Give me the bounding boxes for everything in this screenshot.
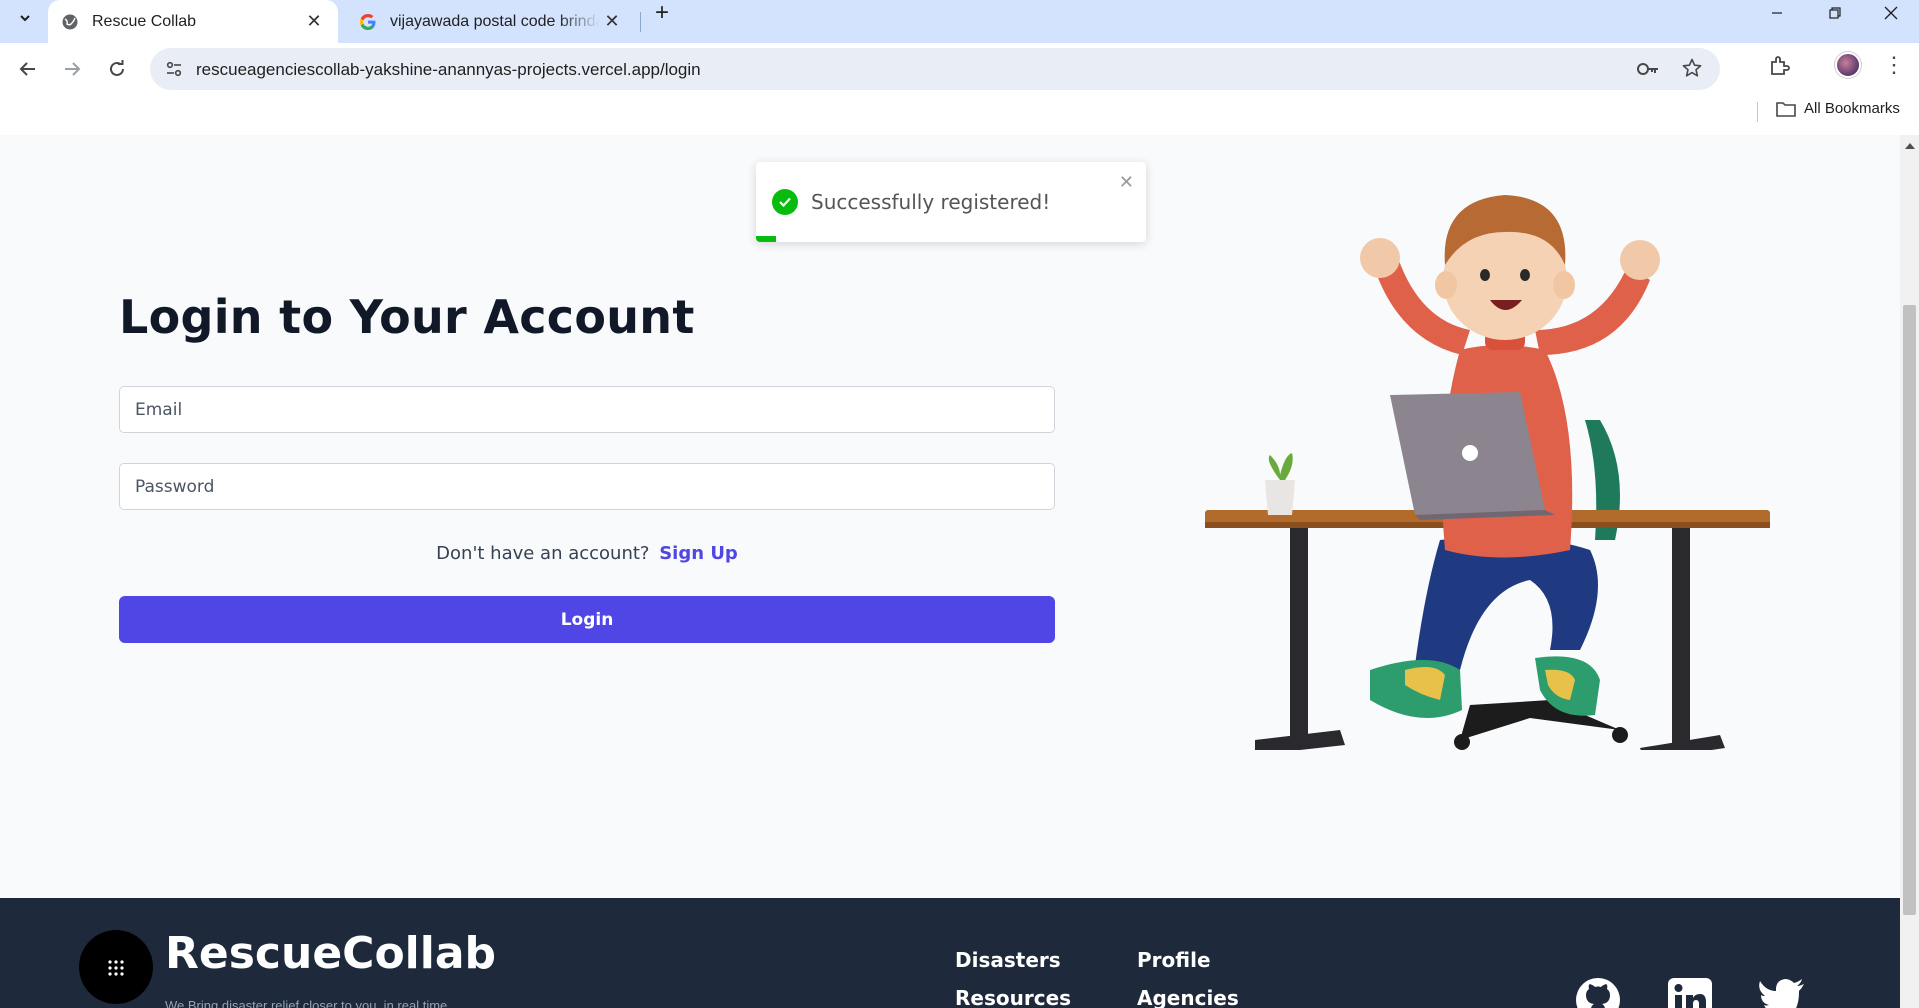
- celebrating-person-illustration: [1205, 195, 1770, 750]
- arrow-right-icon: [65, 62, 81, 76]
- tab-google-search[interactable]: vijayawada postal code brindavan colony …: [346, 0, 636, 43]
- bookmark-star-icon[interactable]: [1682, 58, 1702, 83]
- chevron-down-icon: [20, 15, 30, 22]
- password-field[interactable]: [119, 463, 1055, 510]
- footer-link-profile[interactable]: Profile: [1137, 948, 1211, 972]
- profile-avatar[interactable]: [1835, 52, 1861, 78]
- tab-search-button[interactable]: [10, 3, 40, 33]
- bookmarks-bar: All Bookmarks: [0, 95, 1919, 135]
- tab-rescue-collab[interactable]: Rescue Collab ✕: [48, 0, 338, 43]
- tab-title: vijayawada postal code brindavan colony: [390, 12, 600, 30]
- close-icon[interactable]: ✕: [302, 10, 326, 34]
- scroll-up-arrow-icon[interactable]: [1905, 143, 1915, 149]
- reload-icon: [110, 60, 124, 76]
- signup-prompt-line: Don't have an account? Sign Up: [119, 543, 1055, 564]
- tab-separator: [640, 12, 641, 32]
- footer-link-resources[interactable]: Resources: [955, 986, 1071, 1008]
- all-bookmarks-button[interactable]: All Bookmarks: [1776, 100, 1900, 117]
- back-button[interactable]: [10, 51, 46, 87]
- github-icon[interactable]: [1574, 976, 1622, 1008]
- success-toast: Successfully registered! ✕: [756, 162, 1146, 242]
- footer-tagline: We Bring disaster relief closer to you, …: [165, 998, 451, 1008]
- minimize-button[interactable]: [1748, 0, 1806, 26]
- signup-link[interactable]: Sign Up: [659, 543, 738, 564]
- scrollbar-thumb[interactable]: [1903, 305, 1916, 915]
- forward-button[interactable]: [54, 51, 90, 87]
- footer-brand: RescueCollab: [165, 928, 497, 979]
- browser-tabstrip: Rescue Collab ✕ vijayawada postal code b…: [0, 0, 1919, 43]
- browser-toolbar: rescueagenciescollab-yakshine-anannyas-p…: [0, 43, 1919, 95]
- page-scrollbar[interactable]: [1900, 135, 1919, 1008]
- google-icon: [358, 12, 378, 32]
- folder-icon: [1776, 101, 1796, 117]
- close-icon[interactable]: ✕: [1119, 172, 1134, 193]
- arrow-left-icon: [19, 62, 35, 76]
- logo-grid-icon[interactable]: [79, 930, 153, 1004]
- signup-prompt-text: Don't have an account?: [436, 543, 650, 564]
- footer-link-disasters[interactable]: Disasters: [955, 948, 1061, 972]
- linkedin-icon[interactable]: [1666, 976, 1714, 1008]
- menu-kebab-icon[interactable]: ⋮: [1883, 50, 1905, 80]
- url-text: rescueagenciescollab-yakshine-anannyas-p…: [196, 60, 701, 79]
- page-title: Login to Your Account: [119, 290, 695, 344]
- email-field[interactable]: [119, 386, 1055, 433]
- password-key-icon[interactable]: [1636, 59, 1660, 84]
- minimize-icon: [1772, 12, 1782, 14]
- restore-icon: [1829, 7, 1841, 19]
- close-icon: [1884, 6, 1898, 20]
- twitter-icon[interactable]: [1758, 976, 1806, 1008]
- close-icon[interactable]: ✕: [600, 10, 624, 34]
- login-button[interactable]: Login: [119, 596, 1055, 643]
- all-bookmarks-label: All Bookmarks: [1804, 100, 1900, 117]
- restore-button[interactable]: [1806, 0, 1864, 26]
- site-footer: RescueCollab We Bring disaster relief cl…: [0, 898, 1900, 1008]
- address-bar[interactable]: rescueagenciescollab-yakshine-anannyas-p…: [150, 48, 1720, 90]
- new-tab-button[interactable]: +: [648, 0, 676, 26]
- plus-icon: +: [654, 0, 669, 26]
- toast-progress-bar: [756, 236, 776, 242]
- extensions-icon[interactable]: [1766, 51, 1794, 79]
- tab-title: Rescue Collab: [92, 12, 197, 30]
- site-info-icon[interactable]: [164, 59, 184, 79]
- globe-icon: [60, 12, 80, 32]
- toast-message: Successfully registered!: [811, 190, 1051, 214]
- bookmark-separator: [1757, 102, 1758, 122]
- reload-button[interactable]: [99, 51, 135, 87]
- check-circle-icon: [772, 189, 798, 215]
- footer-link-agencies[interactable]: Agencies: [1137, 986, 1239, 1008]
- login-page: Login to Your Account Don't have an acco…: [0, 135, 1900, 1008]
- close-window-button[interactable]: [1862, 0, 1919, 26]
